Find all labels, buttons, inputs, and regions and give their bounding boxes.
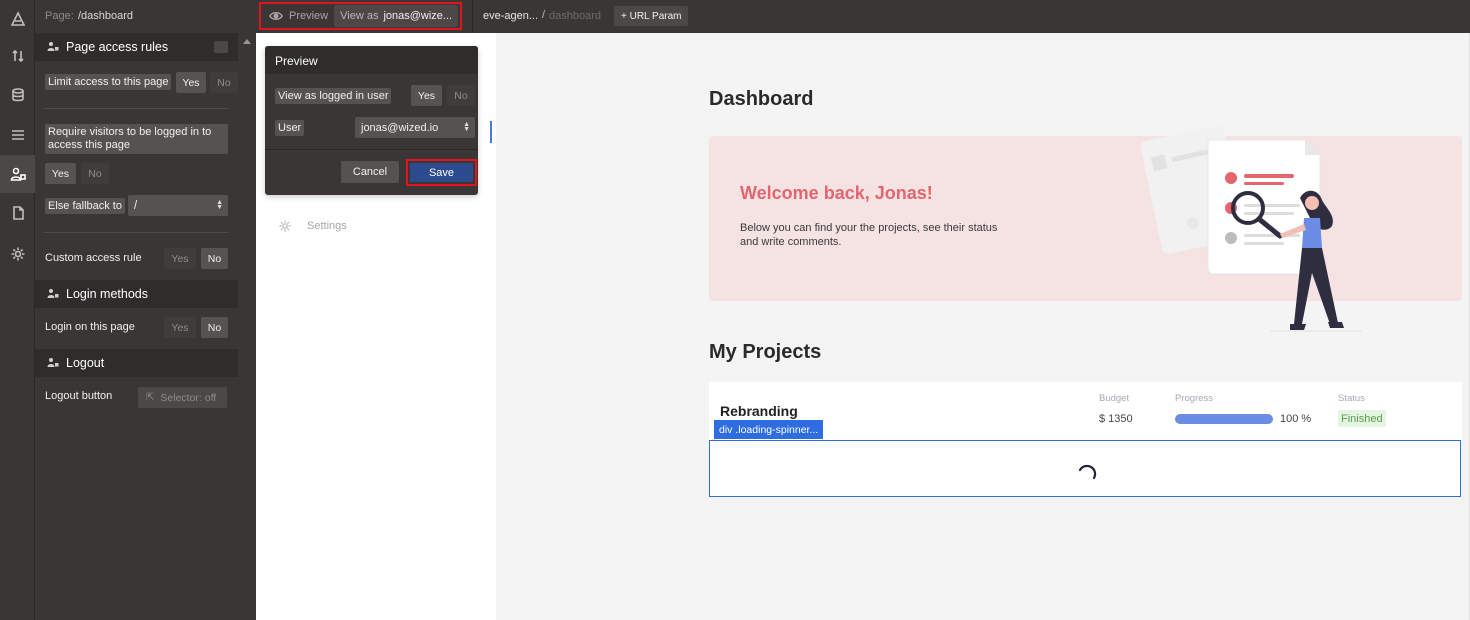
selection-indicator — [490, 121, 492, 143]
fallback-label: Else fallback to — [45, 198, 125, 214]
select-arrows-icon: ▲ ▼ — [463, 121, 470, 133]
user-lock-icon — [47, 289, 59, 298]
settings-panel: Page access rules Limit access to this p… — [35, 33, 238, 620]
file-icon[interactable] — [0, 194, 35, 232]
require-no-button[interactable]: No — [81, 163, 109, 184]
user-value: jonas@wized.io — [361, 121, 439, 134]
route-slash: / — [542, 9, 546, 21]
collapse-button[interactable] — [214, 41, 228, 53]
settings-item[interactable]: Settings — [278, 219, 347, 233]
page-access-title: Page access rules — [66, 40, 169, 54]
topbar-divider — [472, 0, 473, 33]
dashboard-title: Dashboard — [709, 88, 814, 110]
status-badge: Finished — [1338, 410, 1386, 427]
preview-popup: Preview View as logged in user Yes No Us… — [265, 46, 478, 195]
user-select[interactable]: jonas@wized.io ▲ ▼ — [355, 117, 475, 138]
top-bar: Page: /dashboard Preview View as jonas@w… — [35, 0, 1470, 33]
page-label: Page: — [45, 10, 74, 22]
cursor-click-icon: ⇱ — [146, 392, 155, 403]
user-lock-icon — [47, 42, 59, 51]
project-name[interactable]: eve-agen... — [483, 10, 538, 22]
url-param-button[interactable]: + URL Param — [614, 6, 689, 26]
logout-selector-button[interactable]: ⇱ Selector: off — [138, 387, 227, 408]
popup-title: Preview — [265, 46, 478, 74]
divider — [43, 108, 229, 109]
limit-access-label: Limit access to this page — [45, 74, 172, 90]
logout-button-label: Logout button — [45, 390, 113, 402]
custom-yes-button[interactable]: Yes — [164, 248, 196, 269]
logout-header: Logout — [35, 349, 238, 377]
progress-bar — [1175, 414, 1273, 424]
select-arrows-icon: ▲ ▼ — [216, 199, 223, 211]
budget-value: $ 1350 — [1099, 413, 1133, 425]
cancel-button[interactable]: Cancel — [341, 161, 399, 183]
logout-title: Logout — [66, 356, 105, 370]
status-header: Status — [1338, 393, 1365, 404]
welcome-title: Welcome back, Jonas! — [740, 183, 933, 203]
save-highlight: Save — [406, 159, 477, 186]
database-icon[interactable] — [0, 76, 35, 114]
view-as-button[interactable]: View as jonas@wize... — [334, 5, 459, 27]
projects-title: My Projects — [709, 341, 822, 363]
divider — [43, 232, 229, 233]
require-yes-button[interactable]: Yes — [45, 163, 76, 184]
user-label: User — [275, 120, 305, 136]
list-icon[interactable] — [0, 116, 35, 154]
eye-icon — [269, 12, 283, 20]
element-selector-label: div .loading-spinner... — [714, 420, 824, 439]
progress-header: Progress — [1175, 393, 1214, 404]
project-name: Rebranding — [720, 403, 798, 419]
limit-no-button[interactable]: No — [210, 72, 238, 93]
preview-controls: Preview View as jonas@wize... — [259, 2, 462, 30]
icon-rail — [0, 0, 35, 620]
login-yes-button[interactable]: Yes — [164, 317, 196, 338]
user-lock-icon — [47, 358, 59, 367]
login-no-button[interactable]: No — [201, 317, 228, 338]
view-logged-label: View as logged in user — [275, 88, 392, 104]
user-lock-icon[interactable] — [0, 155, 35, 193]
save-button[interactable]: Save — [410, 163, 473, 182]
require-login-label: Require visitors to be logged in to acce… — [45, 124, 228, 154]
selector-value: Selector: off — [160, 391, 217, 404]
welcome-description: Below you can find your the projects, se… — [740, 222, 998, 248]
view-logged-no-button[interactable]: No — [447, 85, 475, 106]
route-path[interactable]: dashboard — [549, 10, 601, 22]
page-access-header: Page access rules — [35, 33, 238, 61]
login-methods-title: Login methods — [66, 287, 149, 301]
view-as-label: View as — [340, 10, 379, 22]
logo-icon[interactable] — [0, 0, 35, 38]
view-logged-yes-button[interactable]: Yes — [411, 85, 442, 106]
fallback-select[interactable]: / ▲ ▼ — [128, 195, 228, 216]
login-methods-header: Login methods — [35, 280, 238, 308]
page-path[interactable]: /dashboard — [78, 10, 133, 22]
spinner-icon — [1078, 464, 1097, 480]
panel-scrollbar[interactable] — [238, 33, 256, 620]
login-page-label: Login on this page — [45, 321, 135, 333]
gear-icon[interactable] — [0, 235, 35, 273]
gear-icon — [279, 220, 291, 232]
loading-spinner-element[interactable] — [709, 440, 1461, 497]
scroll-up-icon[interactable] — [243, 39, 251, 44]
budget-header: Budget — [1099, 393, 1130, 404]
progress-percent: 100 % — [1280, 413, 1312, 425]
settings-label: Settings — [307, 220, 347, 232]
preview-button[interactable]: Preview — [263, 5, 334, 27]
search-document-illustration — [1140, 125, 1362, 332]
preview-label: Preview — [289, 10, 329, 22]
view-as-value: jonas@wize... — [383, 10, 453, 22]
popup-divider — [265, 149, 478, 150]
custom-no-button[interactable]: No — [201, 248, 228, 269]
arrows-updown-icon[interactable] — [0, 37, 35, 75]
fallback-value: / — [134, 199, 138, 212]
limit-yes-button[interactable]: Yes — [176, 72, 206, 93]
custom-rule-label: Custom access rule — [45, 252, 142, 264]
